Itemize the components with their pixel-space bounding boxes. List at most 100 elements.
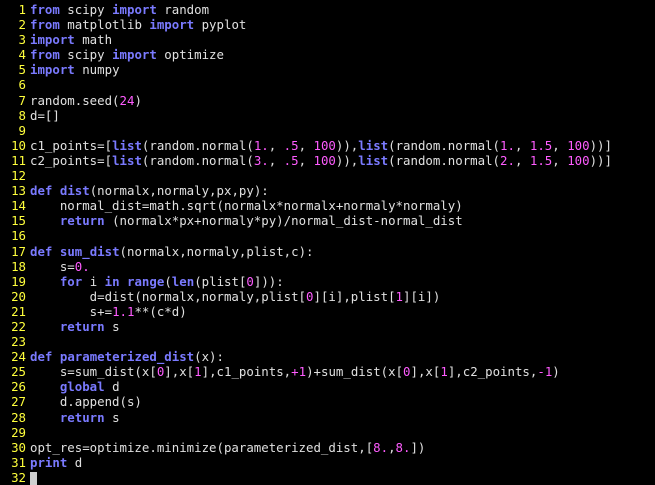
code-line[interactable]: 28 return s	[0, 410, 655, 425]
code-text: from matplotlib import pyplot	[30, 17, 246, 32]
code-token: global	[59, 379, 105, 395]
code-token: -1	[537, 364, 553, 380]
code-token: d=[]	[30, 107, 60, 123]
line-number: 23	[11, 334, 26, 350]
code-token: math	[74, 32, 113, 48]
code-token: 3.	[253, 152, 269, 168]
line-number: 31	[11, 454, 26, 470]
code-token: from	[30, 17, 60, 33]
code-line[interactable]: 6	[0, 77, 655, 92]
line-number: 15	[11, 213, 26, 229]
code-text: print d	[30, 455, 82, 470]
code-token: from	[30, 2, 60, 17]
code-line[interactable]: 12	[0, 168, 655, 183]
code-line[interactable]: 11 c2_points=[list(random.normal(3., .5, …	[0, 153, 655, 168]
code-token: ],x[	[410, 364, 441, 380]
code-line[interactable]: 9	[0, 123, 655, 138]
code-line[interactable]: 26 global d	[0, 379, 655, 394]
code-token: import	[149, 17, 195, 33]
code-token: (normalx,normaly,px,py):	[89, 183, 269, 199]
code-line[interactable]: 31 print d	[0, 455, 655, 470]
code-token: random	[156, 2, 210, 17]
code-text: c2_points=[list(random.normal(3., .5, 10…	[30, 153, 612, 168]
code-text: def sum_dist(normalx,normaly,plist,c):	[30, 244, 314, 259]
code-line[interactable]: 21 s+=1.1**(c*d)	[0, 304, 655, 319]
code-line[interactable]: 10 c1_points=[list(random.normal(1., .5, …	[0, 138, 655, 153]
line-number: 2	[18, 17, 26, 33]
code-token: 1	[395, 288, 404, 304]
code-line[interactable]: 3 import math	[0, 32, 655, 47]
line-number: 13	[11, 183, 26, 199]
code-text: return (normalx*px+normaly*py)/normal_di…	[30, 213, 463, 228]
code-token: (	[164, 273, 172, 289]
code-line[interactable]: 18 s=0.	[0, 259, 655, 274]
code-token: list	[358, 137, 389, 153]
code-token: (x):	[194, 349, 224, 365]
code-token: d	[104, 379, 120, 395]
line-number: 18	[11, 258, 26, 274]
code-line[interactable]: 5 import numpy	[0, 62, 655, 77]
code-token: d=dist(normalx,normaly,plist[	[30, 288, 307, 304]
code-line[interactable]: 7 random.seed(24)	[0, 93, 655, 108]
code-line[interactable]: 29	[0, 425, 655, 440]
code-token: ,	[552, 152, 568, 168]
code-text: s=0.	[30, 259, 90, 274]
code-token: def	[30, 243, 53, 259]
code-token: len	[171, 273, 195, 289]
code-line[interactable]: 24 def parameterized_dist(x):	[0, 349, 655, 364]
code-token: 100	[567, 152, 590, 168]
code-token: dist	[59, 183, 90, 199]
code-token: (normalx*px+normaly*py)/normal_dist-norm…	[104, 213, 463, 229]
code-line[interactable]: 27 d.append(s)	[0, 394, 655, 409]
code-token: c2_points=[	[30, 152, 113, 168]
code-line[interactable]: 17 def sum_dist(normalx,normaly,plist,c):	[0, 244, 655, 259]
code-token: range	[127, 273, 165, 289]
code-line[interactable]: 25 s=sum_dist(x[0],x[1],c1_points,+1)+su…	[0, 364, 655, 379]
code-line[interactable]: 16	[0, 228, 655, 243]
code-text: return s	[30, 319, 120, 334]
code-token: def	[30, 183, 53, 199]
code-line[interactable]: 22 return s	[0, 319, 655, 334]
code-token: c1_points=[	[30, 137, 113, 153]
code-token: )+sum_dist(x[	[306, 364, 404, 380]
code-line[interactable]: 15 return (normalx*px+normaly*py)/normal…	[0, 213, 655, 228]
code-line[interactable]: 20 d=dist(normalx,normaly,plist[0][i],pl…	[0, 289, 655, 304]
code-token: matplotlib	[59, 17, 150, 33]
code-line[interactable]: 14 normal_dist=math.sqrt(normalx*normalx…	[0, 198, 655, 213]
line-number: 6	[18, 77, 26, 93]
code-token: ],c1_points,	[201, 364, 292, 380]
code-line[interactable]: 4 from scipy import optimize	[0, 47, 655, 62]
code-editor[interactable]: 1 from scipy import random 2 from matplotli…	[0, 0, 655, 485]
code-token: .5	[283, 152, 299, 168]
code-token: s=	[30, 258, 75, 274]
line-number: 14	[11, 198, 26, 214]
code-line[interactable]: 2 from matplotlib import pyplot	[0, 17, 655, 32]
code-token: (random.normal(	[388, 152, 501, 168]
code-line[interactable]: 23	[0, 334, 655, 349]
code-line[interactable]: 1 from scipy import random	[0, 2, 655, 17]
code-line[interactable]: 30 opt_res=optimize.minimize(parameterize…	[0, 440, 655, 455]
line-number: 5	[18, 62, 26, 78]
code-text: from scipy import optimize	[30, 47, 224, 62]
code-text: normal_dist=math.sqrt(normalx*normalx+no…	[30, 198, 463, 213]
code-text: for i in range(len(plist[0])):	[30, 274, 284, 289]
code-token: ])	[410, 439, 426, 455]
code-token: (random.normal(	[141, 152, 254, 168]
code-line[interactable]: 19 for i in range(len(plist[0])):	[0, 274, 655, 289]
code-line[interactable]: 8 d=[]	[0, 108, 655, 123]
code-token: 2.	[500, 152, 515, 168]
code-text: c1_points=[list(random.normal(1., .5, 10…	[30, 138, 612, 153]
code-line[interactable]: 13 def dist(normalx,normaly,px,py):	[0, 183, 655, 198]
code-token: in	[104, 273, 120, 289]
line-number: 12	[11, 168, 26, 184]
code-text: d.append(s)	[30, 394, 142, 409]
code-token: )	[552, 364, 560, 380]
code-token: return	[59, 409, 105, 425]
code-token: .5	[283, 137, 299, 153]
